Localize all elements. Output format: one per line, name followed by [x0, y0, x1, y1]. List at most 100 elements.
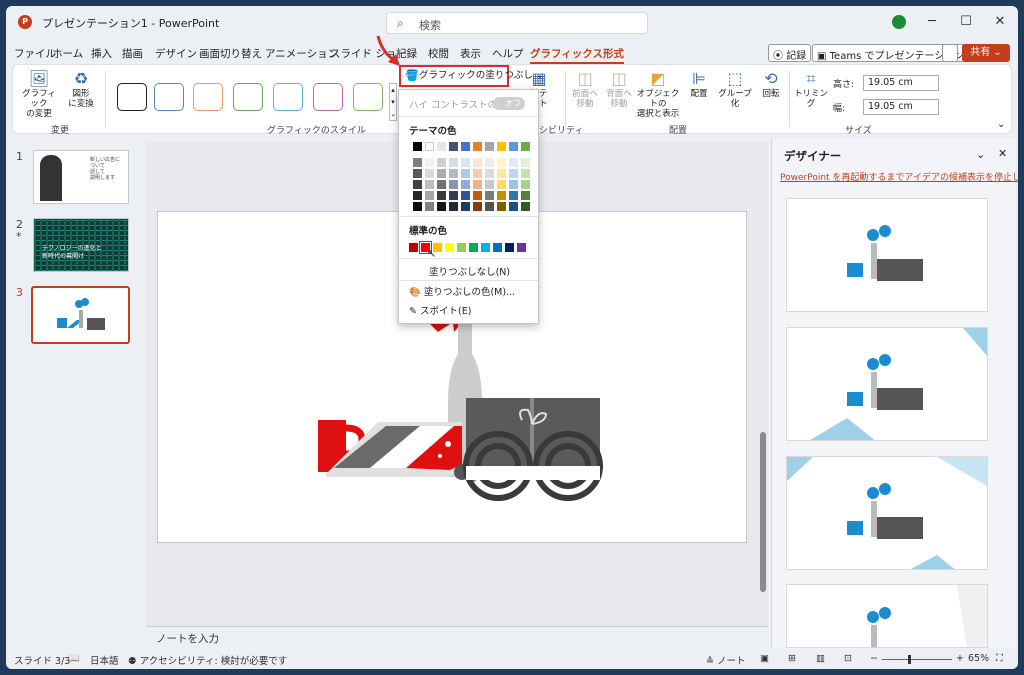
standard-color-swatch[interactable] [481, 243, 490, 252]
theme-shade-swatch[interactable] [461, 158, 470, 167]
style-swatch-2[interactable] [154, 83, 184, 111]
convert-to-shape-button[interactable]: ♻ 図形 に変換 [63, 69, 99, 109]
standard-color-swatch[interactable] [493, 243, 502, 252]
style-swatch-5[interactable] [273, 83, 303, 111]
theme-shade-swatch[interactable] [449, 180, 458, 189]
designer-close-icon[interactable]: ✕ [998, 147, 1007, 160]
theme-shade-swatch[interactable] [473, 169, 482, 178]
theme-shade-swatch[interactable] [437, 191, 446, 200]
design-idea-4[interactable] [786, 584, 988, 648]
theme-shade-swatch[interactable] [425, 158, 434, 167]
designer-collapse-icon[interactable]: ⌄ [976, 148, 985, 161]
align-button[interactable]: ⊫ 配置 [685, 69, 713, 99]
theme-shade-swatch[interactable] [437, 169, 446, 178]
zoom-slider-knob[interactable] [908, 655, 911, 664]
notes-pane[interactable]: ノートを入力 [146, 626, 768, 648]
theme-shade-swatch[interactable] [461, 180, 470, 189]
theme-shade-swatch[interactable] [425, 180, 434, 189]
theme-shade-swatch[interactable] [449, 191, 458, 200]
theme-shade-swatch[interactable] [497, 180, 506, 189]
eyedropper-option[interactable]: ✎ スポイト(E) [409, 303, 471, 317]
theme-shade-swatch[interactable] [425, 202, 434, 211]
zoom-level[interactable]: 65% [968, 653, 989, 664]
no-fill-option[interactable]: 塗りつぶしなし(N) [429, 264, 510, 278]
theme-shade-swatch[interactable] [437, 158, 446, 167]
theme-shade-swatch[interactable] [413, 191, 422, 200]
tab-design[interactable]: デザイン [155, 46, 197, 61]
design-idea-2[interactable] [786, 327, 988, 441]
theme-color-swatch[interactable] [521, 142, 530, 151]
accessibility-status[interactable]: ⚉ アクセシビリティ: 検討が必要です [128, 653, 287, 667]
theme-shade-swatch[interactable] [425, 191, 434, 200]
theme-shade-swatch[interactable] [497, 202, 506, 211]
standard-color-swatch[interactable] [445, 243, 454, 252]
collapse-ribbon-icon[interactable]: ⌄ [997, 119, 1005, 130]
tab-review[interactable]: 校閲 [428, 46, 449, 61]
theme-shade-swatch[interactable] [461, 169, 470, 178]
theme-shade-swatch[interactable] [473, 191, 482, 200]
slideshow-icon[interactable]: ⊡ [844, 653, 852, 664]
rotate-button[interactable]: ⟲ 回転 [757, 69, 785, 99]
tab-home[interactable]: ホーム [52, 46, 83, 61]
bring-forward-button[interactable]: ◫ 前面へ 移動 [569, 69, 601, 109]
minimize-icon[interactable]: ─ [922, 14, 942, 29]
design-idea-3[interactable] [786, 456, 988, 570]
graphic-fill-button[interactable]: 🪣 グラフィックの塗りつぶし ⌄ [399, 65, 544, 87]
theme-shade-swatch[interactable] [449, 202, 458, 211]
normal-view-icon[interactable]: ▣ [760, 653, 769, 664]
theme-color-swatch[interactable] [425, 142, 434, 151]
height-input[interactable]: 19.05 cm [863, 75, 939, 91]
tab-graphics-format[interactable]: グラフィックス形式 [530, 46, 624, 64]
record-button[interactable]: ⦿ 記録 [768, 44, 812, 62]
group-button[interactable]: ⬚ グループ化 [715, 69, 755, 109]
standard-color-swatch[interactable] [409, 243, 418, 252]
tab-transitions[interactable]: 画面切り替え [199, 46, 262, 61]
theme-color-swatch[interactable] [461, 142, 470, 151]
theme-shade-swatch[interactable] [413, 169, 422, 178]
tab-file[interactable]: ファイル [14, 46, 56, 61]
theme-shade-swatch[interactable] [485, 202, 494, 211]
design-idea-1[interactable] [786, 198, 988, 312]
theme-shade-swatch[interactable] [509, 158, 518, 167]
slide-sorter-icon[interactable]: ⊞ [788, 653, 796, 664]
style-scroll-button[interactable]: ▴ ▾ ⌄ [389, 83, 397, 121]
search-box[interactable]: ⌕ 検索 [386, 12, 648, 34]
standard-color-swatch[interactable] [469, 243, 478, 252]
close-icon[interactable]: ✕ [990, 14, 1010, 29]
stop-suggestions-link[interactable]: PowerPoint を再起動するまでアイデアの候補表示を停止します。 [780, 170, 1018, 183]
theme-shade-swatch[interactable] [461, 202, 470, 211]
tab-help[interactable]: ヘルプ [492, 46, 524, 61]
slide-thumbnail-2[interactable]: テクノロジーの進化と 新時代の幕開け [33, 218, 129, 272]
width-input[interactable]: 19.05 cm [863, 99, 939, 115]
theme-shade-swatch[interactable] [473, 180, 482, 189]
comment-icon[interactable] [942, 44, 958, 62]
zoom-slider[interactable] [882, 655, 952, 664]
theme-shade-swatch[interactable] [521, 169, 530, 178]
theme-shade-swatch[interactable] [425, 169, 434, 178]
style-swatch-4[interactable] [233, 83, 263, 111]
theme-shade-swatch[interactable] [485, 169, 494, 178]
theme-color-swatch[interactable] [413, 142, 422, 151]
change-graphic-button[interactable]: 🖼 グラフィック の変更 [19, 69, 59, 119]
theme-shade-swatch[interactable] [497, 158, 506, 167]
theme-shade-swatch[interactable] [497, 191, 506, 200]
selection-pane-button[interactable]: ◩ オブジェクトの 選択と表示 [635, 69, 681, 119]
theme-shade-swatch[interactable] [413, 202, 422, 211]
zoom-out-icon[interactable]: − [870, 653, 878, 664]
theme-shade-swatch[interactable] [413, 180, 422, 189]
theme-shade-swatch[interactable] [509, 191, 518, 200]
style-swatch-6[interactable] [313, 83, 343, 111]
zoom-in-icon[interactable]: + [956, 653, 964, 664]
standard-color-swatch[interactable] [505, 243, 514, 252]
theme-shade-swatch[interactable] [485, 180, 494, 189]
avatar[interactable] [892, 15, 906, 29]
tab-draw[interactable]: 描画 [122, 46, 143, 61]
theme-shade-swatch[interactable] [509, 202, 518, 211]
theme-shade-swatch[interactable] [449, 158, 458, 167]
theme-shade-swatch[interactable] [413, 158, 422, 167]
theme-shade-swatch[interactable] [521, 180, 530, 189]
notes-toggle[interactable]: ≙ ノート [706, 653, 746, 667]
tab-animations[interactable]: アニメーション [265, 46, 338, 61]
theme-color-swatch[interactable] [449, 142, 458, 151]
more-fill-colors-option[interactable]: 🎨 塗りつぶしの色(M)... [409, 284, 515, 298]
